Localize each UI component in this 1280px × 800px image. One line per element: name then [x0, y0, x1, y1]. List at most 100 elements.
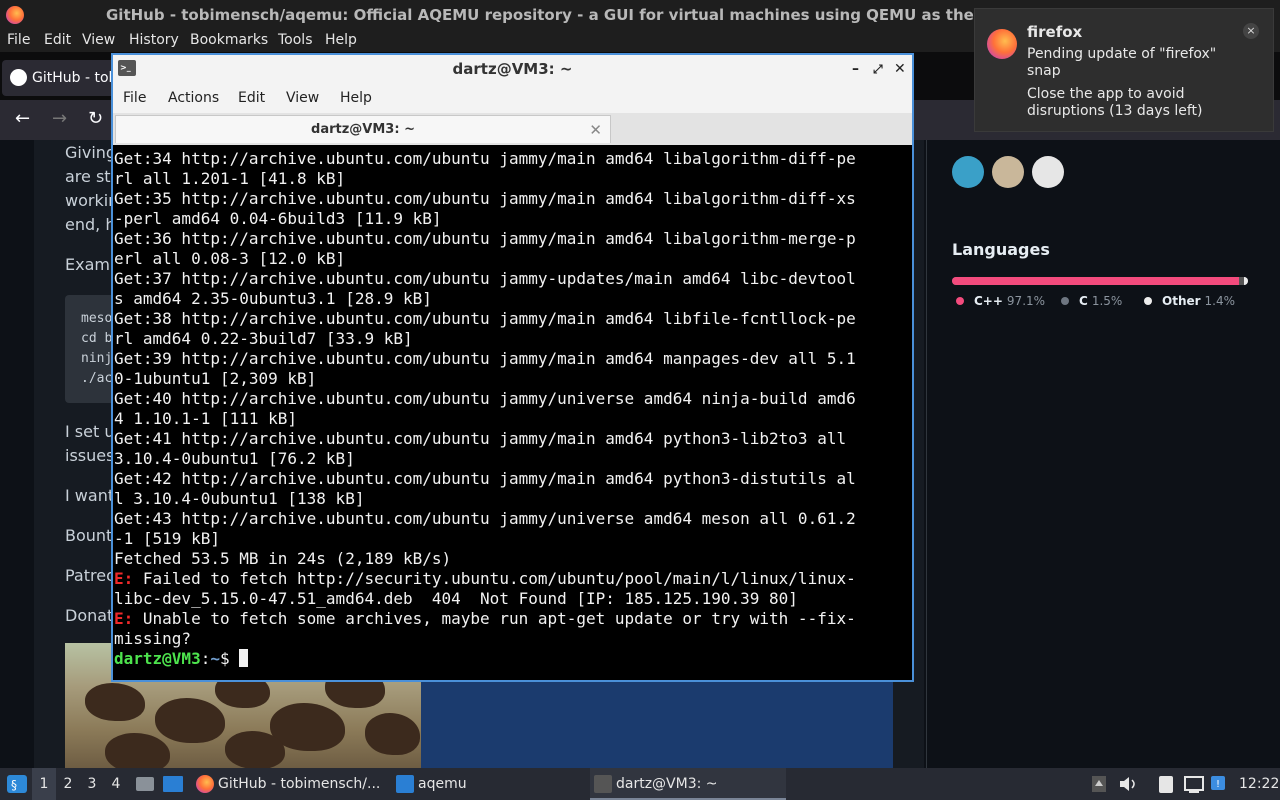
task-firefox[interactable]: GitHub - tobimensch/... [192, 768, 386, 800]
readme-text[interactable]: Patreo [65, 564, 116, 588]
workspace-1[interactable]: 1 [32, 768, 56, 800]
readme-text: end, h [65, 215, 116, 234]
close-button[interactable]: ✕ [894, 55, 906, 83]
terminal-icon [594, 775, 612, 793]
output-line: Get:38 http://archive.ubuntu.com/ubuntu … [114, 309, 856, 328]
term-menu-view[interactable]: View [286, 90, 319, 106]
svg-text:§: § [11, 778, 17, 792]
lang-legend-cpp[interactable]: C++ 97.1% [956, 294, 1045, 308]
forward-icon[interactable]: → [52, 108, 67, 129]
lang-segment-other [1243, 277, 1248, 285]
output-line: Get:34 http://archive.ubuntu.com/ubuntu … [114, 149, 856, 168]
prompt-symbol: $ [219, 649, 240, 668]
term-menu-file[interactable]: File [123, 90, 146, 106]
workspace-4[interactable]: 4 [104, 768, 128, 800]
screenshot-image [421, 682, 893, 768]
svg-text:!: ! [1216, 779, 1220, 790]
term-menu-help[interactable]: Help [340, 90, 372, 106]
clock[interactable]: 12:22 [1239, 768, 1279, 800]
lang-dot-icon [1061, 297, 1069, 305]
network-icon[interactable] [1182, 768, 1206, 800]
ff-menu-edit[interactable]: Edit [44, 32, 71, 48]
taskbar: § 1 2 3 4 GitHub - tobimensch/... aqemu … [0, 768, 1280, 800]
output-line: Fetched 53.5 MB in 24s (2,189 kB/s) [114, 549, 452, 568]
output-line: l 3.10.4-0ubuntu1 [138 kB] [114, 489, 365, 508]
maximize-button[interactable]: ⤢ [873, 55, 883, 83]
languages-bar [952, 277, 1248, 285]
notification-body: Pending update of "firefox" snap Close t… [1027, 46, 1247, 120]
error-text: Failed to fetch http://security.ubuntu.c… [133, 569, 856, 588]
workspace-3[interactable]: 3 [80, 768, 104, 800]
prompt-line[interactable]: dartz@VM3:~$ [114, 649, 911, 669]
output-line: 4 1.10.1-1 [111 kB] [114, 409, 298, 428]
firefox-logo-icon [6, 6, 24, 24]
back-icon[interactable]: ← [15, 108, 30, 129]
terminal-output[interactable]: Get:34 http://archive.ubuntu.com/ubuntu … [114, 147, 911, 680]
terminal-title: dartz@VM3: ~ [452, 60, 573, 78]
output-line: Get:40 http://archive.ubuntu.com/ubuntu … [114, 389, 856, 408]
volume-icon[interactable] [1117, 768, 1139, 800]
ff-menu-view[interactable]: View [82, 32, 115, 48]
task-terminal[interactable]: dartz@VM3: ~ [590, 768, 786, 800]
readme-text: issues [65, 446, 115, 465]
notification-tray-icon[interactable]: ! [1208, 768, 1228, 800]
avatar[interactable] [1032, 156, 1064, 188]
output-line: 0-1ubuntu1 [2,309 kB] [114, 369, 317, 388]
output-line: Get:36 http://archive.ubuntu.com/ubuntu … [114, 229, 856, 248]
ff-menu-bookmarks[interactable]: Bookmarks [190, 32, 268, 48]
firefox-icon [987, 29, 1017, 59]
desktop-icon[interactable] [160, 768, 186, 800]
notification-line: Pending update of "firefox" snap [1027, 46, 1217, 79]
folder-icon [396, 775, 414, 793]
lang-dot-icon [956, 297, 964, 305]
readme-text: Giving [65, 143, 117, 162]
lang-legend-other[interactable]: Other 1.4% [1144, 294, 1235, 308]
output-line: Get:39 http://archive.ubuntu.com/ubuntu … [114, 349, 856, 368]
file-manager-icon[interactable] [134, 768, 156, 800]
avatar[interactable] [992, 156, 1024, 188]
output-line: s amd64 2.35-0ubuntu3.1 [28.9 kB] [114, 289, 432, 308]
term-menu-actions[interactable]: Actions [168, 90, 219, 106]
avatar[interactable] [952, 156, 984, 188]
terminal-menubar: File Actions Edit View Help [113, 83, 912, 113]
output-line: Get:35 http://archive.ubuntu.com/ubuntu … [114, 189, 856, 208]
term-menu-edit[interactable]: Edit [238, 90, 265, 106]
output-line: Get:41 http://archive.ubuntu.com/ubuntu … [114, 429, 847, 448]
readme-text: I want [65, 486, 115, 505]
ff-menu-tools[interactable]: Tools [278, 32, 313, 48]
tray-arrow-icon[interactable] [1089, 768, 1109, 800]
notification-title: firefox [1027, 23, 1083, 41]
terminal-tab-label: dartz@VM3: ~ [311, 122, 415, 137]
ff-menu-history[interactable]: History [129, 32, 179, 48]
error-line: E: Unable to fetch some archives, maybe … [114, 609, 911, 629]
task-aqemu[interactable]: aqemu [392, 768, 582, 800]
update-notification[interactable]: firefox Pending update of "firefox" snap… [974, 8, 1274, 132]
terminal-titlebar[interactable]: >_ dartz@VM3: ~ – ⤢ ✕ [113, 55, 912, 83]
clipboard-icon[interactable] [1155, 768, 1177, 800]
lang-legend-c[interactable]: C 1.5% [1061, 294, 1122, 308]
github-icon [10, 69, 27, 86]
notification-close-button[interactable]: × [1243, 23, 1259, 39]
task-label: aqemu [418, 776, 467, 792]
minimize-button[interactable]: – [852, 55, 859, 83]
lang-segment-cpp [952, 277, 1240, 285]
output-line: 3.10.4-0ubuntu1 [76.2 kB] [114, 449, 355, 468]
firefox-icon [196, 775, 214, 793]
start-menu-icon[interactable]: § [4, 768, 30, 800]
tab-close-icon[interactable]: ✕ [589, 116, 602, 144]
ff-menu-help[interactable]: Help [325, 32, 357, 48]
reload-icon[interactable]: ↻ [88, 108, 103, 129]
lang-dot-icon [1144, 297, 1152, 305]
error-line: missing? [114, 629, 192, 648]
terminal-tabbar: dartz@VM3: ~ ✕ [113, 113, 912, 145]
terminal-tab[interactable]: dartz@VM3: ~ ✕ [115, 115, 611, 143]
ff-menu-file[interactable]: File [7, 32, 30, 48]
error-text: Unable to fetch some archives, maybe run… [133, 609, 856, 628]
output-line: erl all 0.08-3 [12.0 kB] [114, 249, 346, 268]
output-line: rl amd64 0.22-3build7 [33.9 kB] [114, 329, 413, 348]
firefox-window-title: GitHub - tobimensch/aqemu: Official AQEM… [106, 6, 1050, 24]
terminal-window[interactable]: >_ dartz@VM3: ~ – ⤢ ✕ File Actions Edit … [111, 53, 914, 682]
error-tag: E: [114, 609, 134, 628]
task-label: GitHub - tobimensch/... [218, 776, 381, 792]
workspace-2[interactable]: 2 [56, 768, 80, 800]
